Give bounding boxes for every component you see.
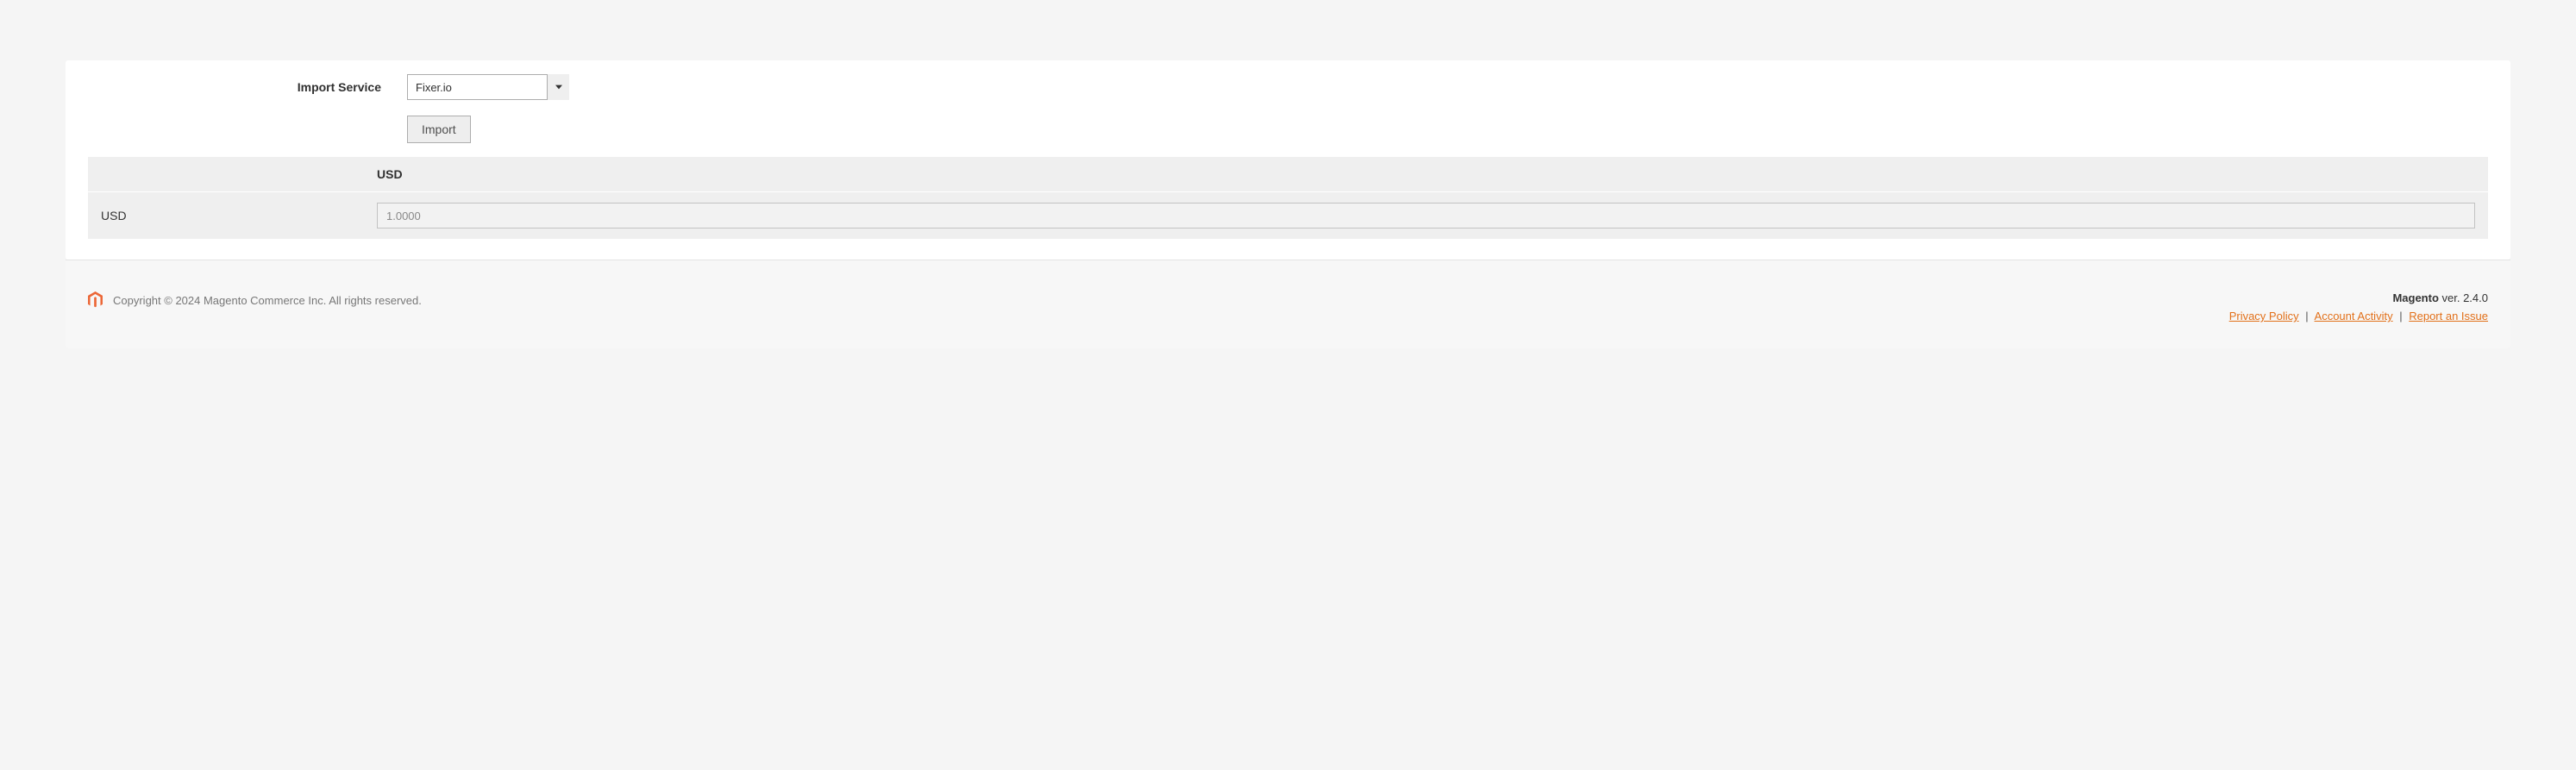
rates-table: USD USD [88, 157, 2488, 239]
content-panel: Import Service Fixer.io Import USD [66, 60, 2510, 260]
import-button-row: Import [88, 116, 2488, 143]
import-button[interactable]: Import [407, 116, 471, 143]
account-activity-link[interactable]: Account Activity [2315, 310, 2393, 322]
footer-right: Magento ver. 2.4.0 Privacy Policy | Acco… [2229, 291, 2488, 322]
magento-logo-icon [88, 291, 103, 309]
footer-version: 2.4.0 [2463, 291, 2488, 304]
import-service-select-control[interactable]: Fixer.io [407, 74, 569, 100]
footer-brand: Magento [2392, 291, 2438, 304]
rates-column-header: USD [364, 157, 2488, 192]
rate-input-usd-usd[interactable] [377, 203, 2475, 228]
import-service-label: Import Service [88, 80, 407, 94]
import-service-select[interactable]: Fixer.io [407, 74, 569, 100]
footer-separator: | [2399, 310, 2402, 322]
page-footer: Copyright © 2024 Magento Commerce Inc. A… [66, 260, 2510, 348]
footer-separator: | [2305, 310, 2308, 322]
import-service-row: Import Service Fixer.io [88, 74, 2488, 100]
footer-left: Copyright © 2024 Magento Commerce Inc. A… [88, 291, 422, 309]
rates-row-header: USD [88, 192, 364, 240]
footer-version-prefix: ver. [2439, 291, 2463, 304]
report-issue-link[interactable]: Report an Issue [2409, 310, 2488, 322]
rates-table-row: USD [88, 192, 2488, 240]
rates-header-blank [88, 157, 364, 192]
privacy-policy-link[interactable]: Privacy Policy [2229, 310, 2299, 322]
footer-copyright: Copyright © 2024 Magento Commerce Inc. A… [113, 294, 422, 307]
footer-links: Privacy Policy | Account Activity | Repo… [2229, 310, 2488, 322]
